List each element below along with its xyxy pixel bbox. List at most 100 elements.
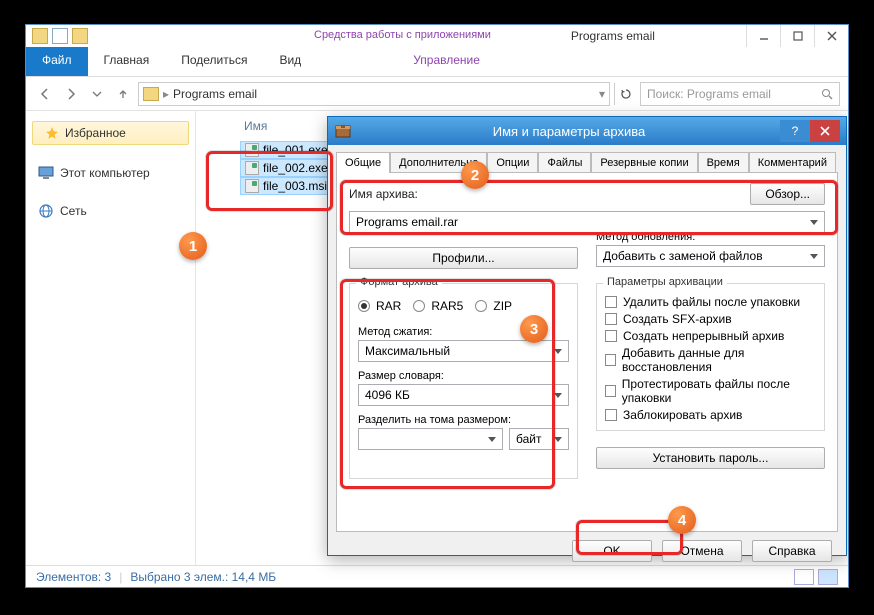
winrar-icon — [334, 122, 352, 140]
format-group-title: Формат архива — [356, 276, 442, 288]
marker-2: 2 — [461, 161, 489, 189]
sidebar: Избранное Этот компьютер Сеть — [26, 111, 196, 565]
tab-comment[interactable]: Комментарий — [749, 152, 836, 173]
installer-icon — [245, 161, 259, 175]
installer-icon — [245, 179, 259, 193]
sidebar-item-network[interactable]: Сеть — [26, 199, 195, 223]
params-group: Параметры архивации Удалить файлы после … — [596, 283, 825, 431]
status-items: Элементов: 3 — [36, 570, 111, 584]
search-placeholder: Поиск: Programs email — [647, 87, 771, 101]
minimize-button[interactable] — [746, 25, 780, 47]
cancel-button[interactable]: Отмена — [662, 540, 742, 562]
forward-button[interactable] — [60, 83, 82, 105]
dialog-title: Имя и параметры архива — [358, 124, 780, 139]
status-selected: Выбрано 3 элем.: 14,4 МБ — [130, 570, 276, 584]
marker-3: 3 — [520, 315, 548, 343]
profiles-button[interactable]: Профили... — [349, 247, 578, 269]
recent-dropdown[interactable] — [86, 83, 108, 105]
chevron-down-icon — [554, 437, 562, 442]
computer-icon — [38, 165, 54, 181]
archive-name-label: Имя архива: — [349, 187, 418, 201]
marker-4: 4 — [668, 506, 696, 534]
file-name: file_003.msi — [263, 179, 327, 193]
archive-dialog: Имя и параметры архива ? Общие Дополните… — [327, 116, 847, 556]
search-input[interactable]: Поиск: Programs email — [640, 82, 840, 106]
sidebar-label-favorites: Избранное — [65, 126, 126, 140]
opt-test-checkbox[interactable]: Протестировать файлы после упаковки — [605, 377, 816, 405]
help-button[interactable]: Справка — [752, 540, 832, 562]
close-button[interactable] — [814, 25, 848, 47]
archive-name-input[interactable]: Programs email.rar — [349, 211, 825, 233]
ribbon-tab-file[interactable]: Файл — [26, 47, 88, 76]
compression-select[interactable]: Максимальный — [358, 340, 569, 362]
set-password-button[interactable]: Установить пароль... — [596, 447, 825, 469]
folder-icon — [32, 28, 48, 44]
opt-sfx-checkbox[interactable]: Создать SFX-архив — [605, 312, 816, 326]
browse-button[interactable]: Обзор... — [750, 183, 825, 205]
update-mode-select[interactable]: Добавить с заменой файлов — [596, 245, 825, 267]
chevron-down-icon — [554, 393, 562, 398]
sidebar-item-favorites[interactable]: Избранное — [32, 121, 189, 145]
opt-recovery-checkbox[interactable]: Добавить данные для восстановления — [605, 346, 816, 374]
search-icon — [821, 88, 833, 100]
dialog-button-row: OK Отмена Справка — [328, 540, 846, 572]
ribbon-tab-share[interactable]: Поделиться — [165, 47, 263, 76]
quick-access-toolbar — [26, 26, 94, 46]
params-group-title: Параметры архивации — [603, 276, 727, 288]
navbar: ▸ Programs email ▾ Поиск: Programs email — [26, 77, 848, 111]
folder-icon — [143, 87, 159, 101]
chevron-down-icon — [810, 254, 818, 259]
tab-time[interactable]: Время — [698, 152, 749, 173]
split-size-input[interactable] — [358, 428, 503, 450]
file-name: file_002.exe — [263, 161, 328, 175]
chevron-down-icon — [810, 220, 818, 225]
refresh-button[interactable] — [614, 83, 636, 105]
ribbon-tab-home[interactable]: Главная — [88, 47, 166, 76]
archive-name-value: Programs email.rar — [356, 215, 458, 229]
ok-button[interactable]: OK — [572, 540, 652, 562]
tab-general[interactable]: Общие — [336, 152, 390, 173]
maximize-button[interactable] — [780, 25, 814, 47]
update-mode-label: Метод обновления: — [596, 231, 825, 243]
tab-files[interactable]: Файлы — [538, 152, 591, 173]
tab-backup[interactable]: Резервные копии — [591, 152, 697, 173]
dialog-tabs: Общие Дополнительно Опции Файлы Резервны… — [328, 145, 846, 172]
dialog-help-button[interactable]: ? — [780, 120, 810, 142]
sidebar-label-network: Сеть — [60, 204, 87, 218]
installer-icon — [245, 143, 259, 157]
opt-delete-checkbox[interactable]: Удалить файлы после упаковки — [605, 295, 816, 309]
sidebar-label-pc: Этот компьютер — [60, 166, 150, 180]
format-rar5-radio[interactable]: RAR5 — [413, 299, 463, 313]
ribbon-tab-manage[interactable]: Управление — [397, 47, 496, 76]
back-button[interactable] — [34, 83, 56, 105]
star-icon — [45, 126, 59, 140]
marker-1: 1 — [179, 232, 207, 260]
sidebar-item-pc[interactable]: Этот компьютер — [26, 161, 195, 185]
network-icon — [38, 203, 54, 219]
chevron-down-icon[interactable]: ▾ — [599, 87, 605, 101]
chevron-down-icon — [554, 349, 562, 354]
address-text: Programs email — [173, 87, 257, 101]
format-rar-radio[interactable]: RAR — [358, 299, 401, 313]
chevron-down-icon — [488, 437, 496, 442]
split-unit-select[interactable]: байт — [509, 428, 569, 450]
new-folder-icon[interactable] — [72, 28, 88, 44]
dialog-titlebar: Имя и параметры архива ? — [328, 117, 846, 145]
dict-select[interactable]: 4096 КБ — [358, 384, 569, 406]
opt-solid-checkbox[interactable]: Создать непрерывный архив — [605, 329, 816, 343]
ribbon: Файл Главная Поделиться Вид Управление — [26, 47, 848, 77]
contextual-tools-label: Средства работы с приложениями — [294, 25, 511, 47]
ribbon-tab-view[interactable]: Вид — [263, 47, 317, 76]
titlebar: Средства работы с приложениями Programs … — [26, 25, 848, 47]
up-button[interactable] — [112, 83, 134, 105]
format-zip-radio[interactable]: ZIP — [475, 299, 512, 313]
split-label: Разделить на тома размером: — [358, 414, 569, 426]
file-name: file_001.exe — [263, 143, 328, 157]
dict-label: Размер словаря: — [358, 370, 569, 382]
tab-options[interactable]: Опции — [487, 152, 538, 173]
address-bar[interactable]: ▸ Programs email ▾ — [138, 82, 610, 106]
opt-lock-checkbox[interactable]: Заблокировать архив — [605, 408, 816, 422]
properties-icon[interactable] — [52, 28, 68, 44]
window-title: Programs email — [571, 25, 655, 47]
dialog-close-button[interactable] — [810, 120, 840, 142]
